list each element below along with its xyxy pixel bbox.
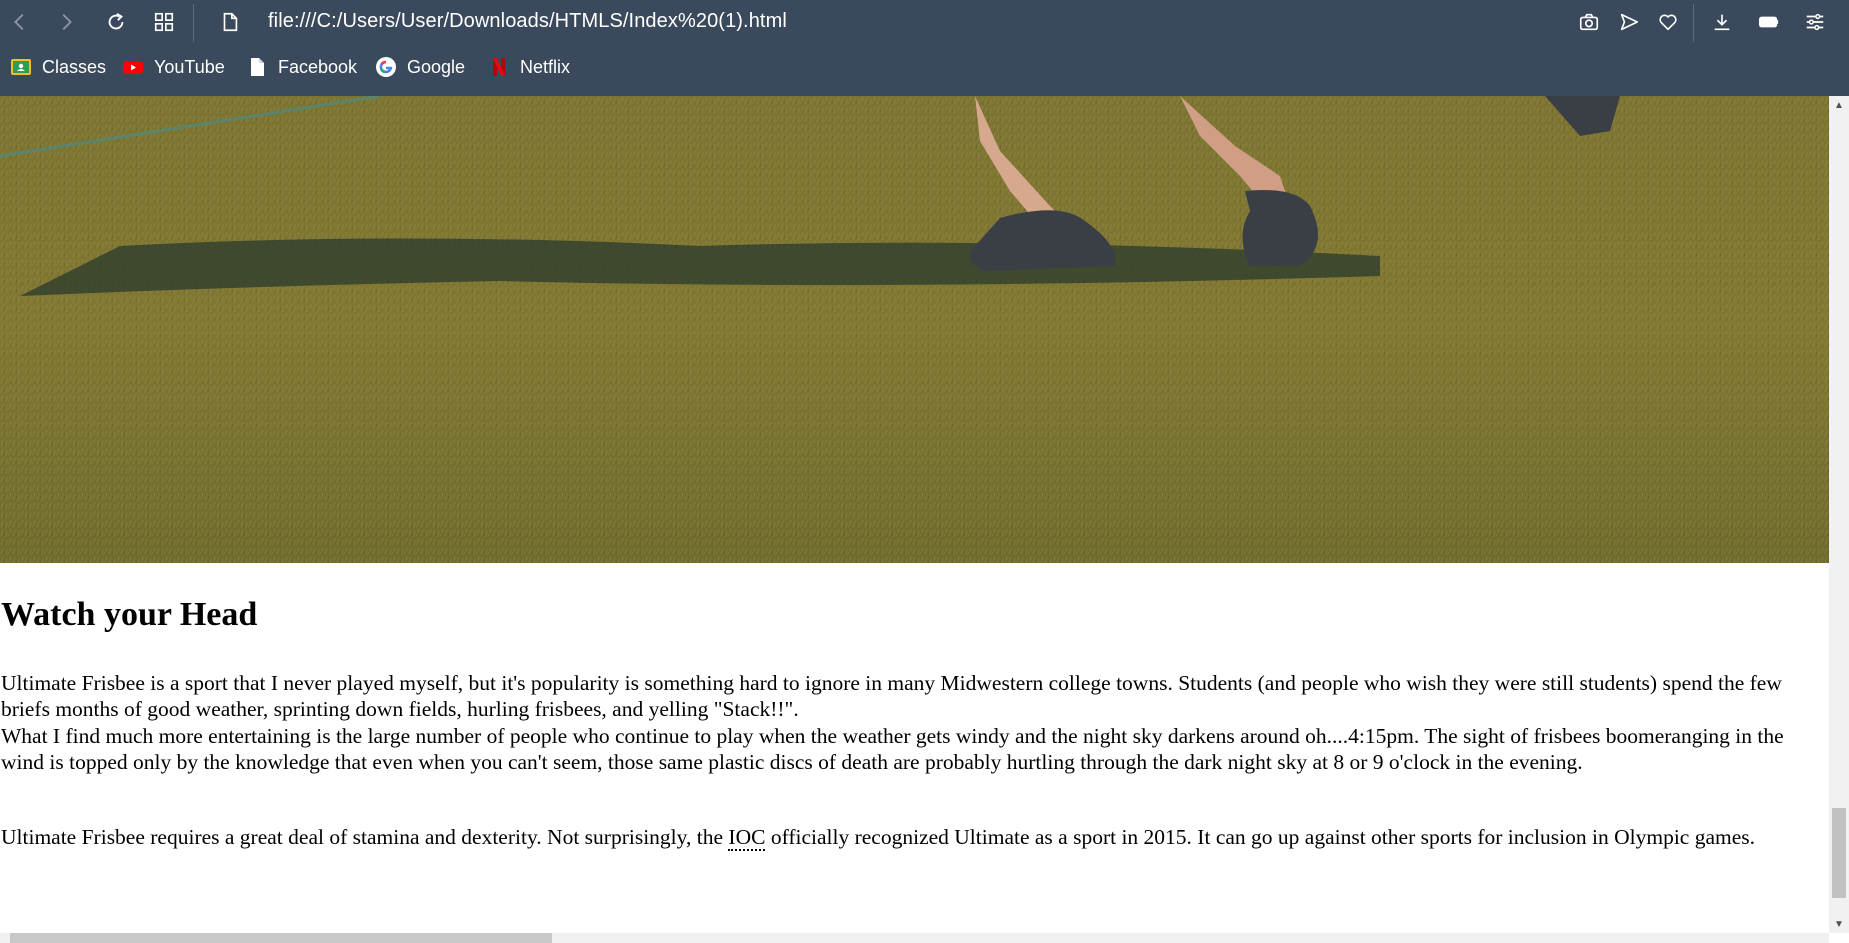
article-paragraph: Ultimate Frisbee requires a great deal o… — [1, 824, 1801, 851]
scroll-up-icon[interactable]: ▲ — [1829, 96, 1849, 114]
download-icon — [1714, 14, 1730, 31]
toolbar-divider — [193, 4, 194, 42]
address-bar[interactable]: file:///C:/Users/User/Downloads/HTMLS/In… — [268, 10, 787, 33]
bookmark-classes[interactable]: Classes — [10, 56, 106, 78]
bookmark-label: Netflix — [520, 56, 571, 77]
toolbar-divider — [1693, 4, 1694, 42]
scroll-down-icon[interactable]: ▼ — [1829, 915, 1849, 933]
grid-icon — [154, 12, 174, 32]
horizontal-scroll-thumb[interactable] — [10, 933, 552, 943]
bookmark-netflix[interactable]: Netflix — [488, 56, 570, 78]
back-arrow-icon — [14, 14, 24, 30]
send-icon — [1620, 13, 1639, 31]
bookmark-label: Classes — [42, 56, 107, 77]
article-heading: Watch your Head — [1, 596, 258, 633]
reload-button[interactable] — [100, 6, 132, 38]
favorite-button[interactable] — [1652, 6, 1684, 38]
bookmark-label: YouTube — [154, 56, 225, 77]
browser-toolbar: file:///C:/Users/User/Downloads/HTMLS/In… — [0, 0, 1849, 44]
youtube-icon — [122, 56, 144, 78]
forward-arrow-icon — [62, 14, 72, 30]
article-paragraph: What I find much more entertaining is th… — [1, 724, 1784, 774]
page-viewport: Watch your Head Ultimate Frisbee is a sp… — [0, 96, 1829, 933]
file-icon — [223, 12, 238, 32]
camera-icon — [1579, 13, 1599, 31]
paragraph-text: Ultimate Frisbee requires a great deal o… — [1, 825, 729, 849]
ioc-abbreviation[interactable]: IOC — [728, 825, 766, 851]
google-classroom-icon — [10, 56, 32, 78]
battery-icon — [1759, 16, 1779, 28]
forward-button[interactable] — [50, 6, 82, 38]
battery-saver-button[interactable] — [1753, 6, 1785, 38]
google-icon — [375, 56, 397, 78]
bookmark-google[interactable]: Google — [375, 56, 465, 78]
bookmark-label: Facebook — [278, 56, 358, 77]
netflix-icon — [488, 56, 510, 78]
page-info-button[interactable] — [214, 6, 246, 38]
bookmarks-bar: Classes YouTube Facebook Google Netflix — [0, 52, 1849, 86]
downloads-button[interactable] — [1706, 6, 1738, 38]
bookmark-facebook[interactable]: Facebook — [246, 56, 357, 78]
bookmark-youtube[interactable]: YouTube — [122, 56, 225, 78]
paragraph-text: officially recognized Ultimate as a spor… — [765, 825, 1756, 849]
settings-sliders-icon — [1806, 13, 1824, 31]
back-button[interactable] — [4, 6, 36, 38]
vertical-scroll-thumb[interactable] — [1832, 808, 1846, 898]
reload-icon — [108, 12, 124, 30]
browser-chrome: file:///C:/Users/User/Downloads/HTMLS/In… — [0, 0, 1849, 96]
bookmark-label: Google — [407, 56, 466, 77]
snapshot-button[interactable] — [1573, 6, 1605, 38]
horizontal-scrollbar[interactable] — [0, 933, 1829, 943]
easy-setup-button[interactable] — [1799, 6, 1831, 38]
article-paragraph: Ultimate Frisbee is a sport that I never… — [1, 671, 1782, 721]
speed-dial-button[interactable] — [148, 6, 180, 38]
heart-icon — [1659, 14, 1677, 31]
vertical-scrollbar[interactable]: ▲ ▼ — [1829, 96, 1849, 933]
page-icon — [246, 56, 268, 78]
send-button[interactable] — [1613, 6, 1645, 38]
hero-image — [0, 96, 1829, 563]
